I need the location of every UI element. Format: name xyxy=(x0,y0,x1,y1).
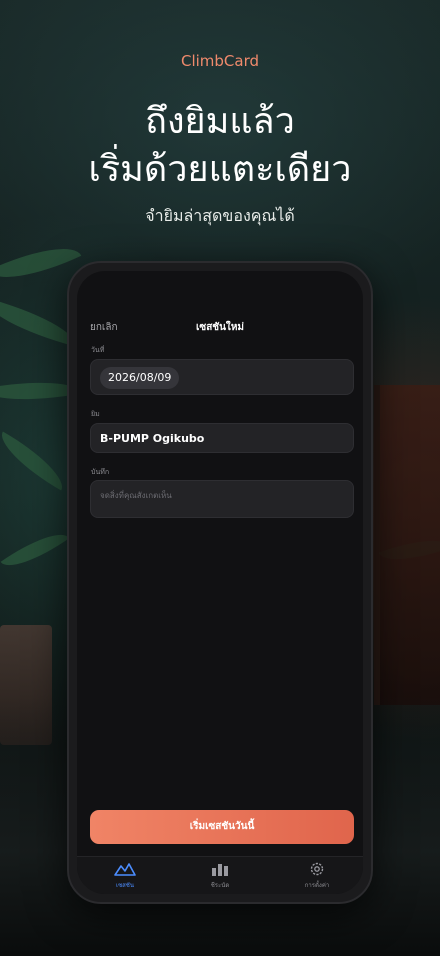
plant-leaf xyxy=(0,431,73,491)
note-placeholder: จดสิ่งที่คุณสังเกตเห็น xyxy=(100,491,172,500)
headline-line-2: เริ่มด้วยแตะเดียว xyxy=(88,149,352,190)
gym-field[interactable]: B-PUMP Ogikubo xyxy=(90,423,354,453)
headline: ถึงยิมแล้ว เริ่มด้วยแตะเดียว xyxy=(0,98,440,194)
tab-bar: เซสชัน ชีระนัด การตั้งค่า xyxy=(77,856,363,894)
plant-leaf xyxy=(0,521,70,579)
date-picker-value[interactable]: 2026/08/09 xyxy=(100,367,180,389)
mountain-icon xyxy=(90,861,160,877)
start-session-button[interactable]: เริ่มเซสชันวันนี้ xyxy=(90,810,354,844)
phone-screen: เซสชันใหม่ ยกเลิก วันที่ 2026/08/09 ยิม … xyxy=(77,271,363,894)
date-field[interactable]: 2026/08/09 xyxy=(90,359,354,395)
tab-label: การตั้งค่า xyxy=(304,882,330,889)
tab-sessions[interactable]: เซสชัน xyxy=(90,861,160,890)
screen-title: เซสชันใหม่ xyxy=(196,322,244,333)
note-label: บันทึก xyxy=(91,468,110,476)
gear-icon xyxy=(282,861,352,877)
date-label: วันที่ xyxy=(91,346,105,354)
gym-value: B-PUMP Ogikubo xyxy=(100,432,205,445)
tab-label: เซสชัน xyxy=(116,882,134,889)
tab-label: ชีระนัด xyxy=(210,882,230,889)
tab-stats[interactable]: ชีระนัด xyxy=(185,861,255,890)
cancel-button[interactable]: ยกเลิก xyxy=(90,320,118,335)
bar-chart-icon xyxy=(185,861,255,877)
note-field[interactable]: จดสิ่งที่คุณสังเกตเห็น xyxy=(90,480,354,518)
subheadline: จำยิมล่าสุดของคุณได้ xyxy=(145,206,295,225)
gym-label: ยิม xyxy=(91,410,100,418)
phone-mockup: เซสชันใหม่ ยกเลิก วันที่ 2026/08/09 ยิม … xyxy=(67,261,373,904)
tab-settings[interactable]: การตั้งค่า xyxy=(282,861,352,890)
brand-name: ClimbCard xyxy=(180,52,260,70)
nav-bar: เซสชันใหม่ ยกเลิก xyxy=(90,317,350,337)
doorway xyxy=(374,385,440,705)
headline-line-1: ถึงยิมแล้ว xyxy=(145,101,295,142)
